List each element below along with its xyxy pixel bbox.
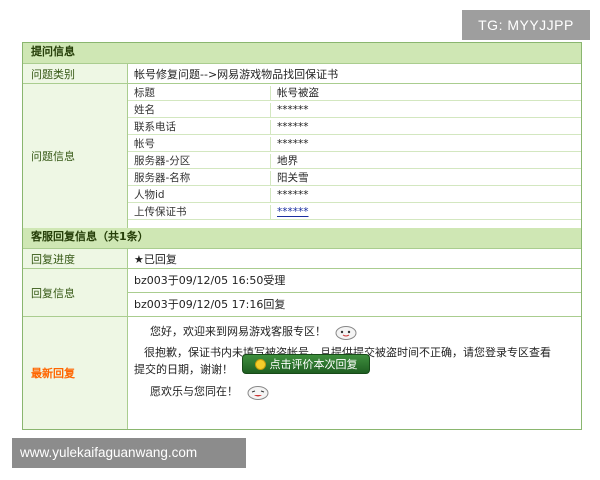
section-question-info: 提问信息: [23, 43, 581, 63]
field-key: 标题: [134, 87, 155, 99]
field-key: 上传保证书: [134, 206, 187, 218]
section-reply-info: 客服回复信息（共1条）: [23, 228, 581, 248]
field-key: 服务器-名称: [134, 172, 191, 184]
question-type-value: 帐号修复问题-->网易游戏物品找回保证书: [127, 64, 581, 84]
bottom-watermark: www.yulekaifaguanwang.com: [12, 438, 246, 468]
question-info-label: 问题信息: [23, 84, 127, 228]
reply-greeting-line: 您好，欢迎来到网易游戏客服专区！: [150, 323, 358, 340]
question-type-label: 问题类别: [23, 64, 127, 84]
reply-log-line: bz003于09/12/05 16:50受理: [128, 269, 581, 293]
field-row: 上传保证书 ******: [128, 205, 581, 220]
row-reply-info: 回复信息 bz003于09/12/05 16:50受理 bz003于09/12/…: [23, 268, 581, 317]
field-row: 服务器-名称 阳关雪: [128, 171, 581, 186]
reply-closing-text: 愿欢乐与您同在！: [150, 385, 238, 398]
reply-info-log: bz003于09/12/05 16:50受理 bz003于09/12/05 17…: [127, 269, 581, 317]
rate-reply-label: 点击评价本次回复: [269, 358, 358, 371]
reply-closing-line: 愿欢乐与您同在！: [150, 383, 270, 400]
field-key: 服务器-分区: [134, 155, 191, 167]
smiley-emoticon-icon: [335, 326, 356, 340]
latest-reply-label: 最新回复: [23, 317, 127, 429]
field-key: 姓名: [134, 104, 155, 116]
row-reply-progress: 回复进度 ★已回复: [23, 248, 581, 269]
reply-progress-label: 回复进度: [23, 249, 127, 269]
upload-certificate-link[interactable]: ******: [270, 205, 417, 219]
field-row: 标题 帐号被盗: [128, 86, 581, 101]
laughing-emoticon-icon: [247, 386, 268, 400]
row-question-type: 问题类别 帐号修复问题-->网易游戏物品找回保证书: [23, 63, 581, 84]
field-row: 帐号 ******: [128, 137, 581, 152]
row-question-info: 问题信息 标题 帐号被盗 姓名 ****** 联系电话 ****** 帐号 **…: [23, 83, 581, 228]
field-value: ******: [270, 120, 417, 134]
field-key: 帐号: [134, 138, 155, 150]
field-row: 联系电话 ******: [128, 120, 581, 135]
coin-icon: [254, 358, 266, 370]
field-value: 阳关雪: [270, 171, 417, 185]
reply-progress-value: ★已回复: [127, 249, 581, 269]
field-row: 服务器-分区 地界: [128, 154, 581, 169]
field-row: 姓名 ******: [128, 103, 581, 118]
rate-reply-button[interactable]: 点击评价本次回复: [242, 354, 370, 374]
field-value: ******: [270, 188, 417, 202]
reply-greeting-text: 您好，欢迎来到网易游戏客服专区！: [150, 325, 326, 338]
question-fields-table: 标题 帐号被盗 姓名 ****** 联系电话 ****** 帐号 ****** …: [127, 84, 581, 228]
field-key: 联系电话: [134, 121, 176, 133]
field-key: 人物id: [134, 189, 165, 201]
reply-log-line: bz003于09/12/05 17:16回复: [134, 298, 286, 311]
field-value: ******: [270, 103, 417, 117]
field-value: ******: [270, 137, 417, 151]
field-value: 地界: [270, 154, 417, 168]
field-row: 人物id ******: [128, 188, 581, 203]
field-value: 帐号被盗: [270, 86, 417, 100]
reply-info-label: 回复信息: [23, 269, 127, 317]
top-watermark: TG: MYYJJPP: [462, 10, 590, 40]
reply-body-line: 提交的日期，谢谢！: [134, 363, 233, 376]
